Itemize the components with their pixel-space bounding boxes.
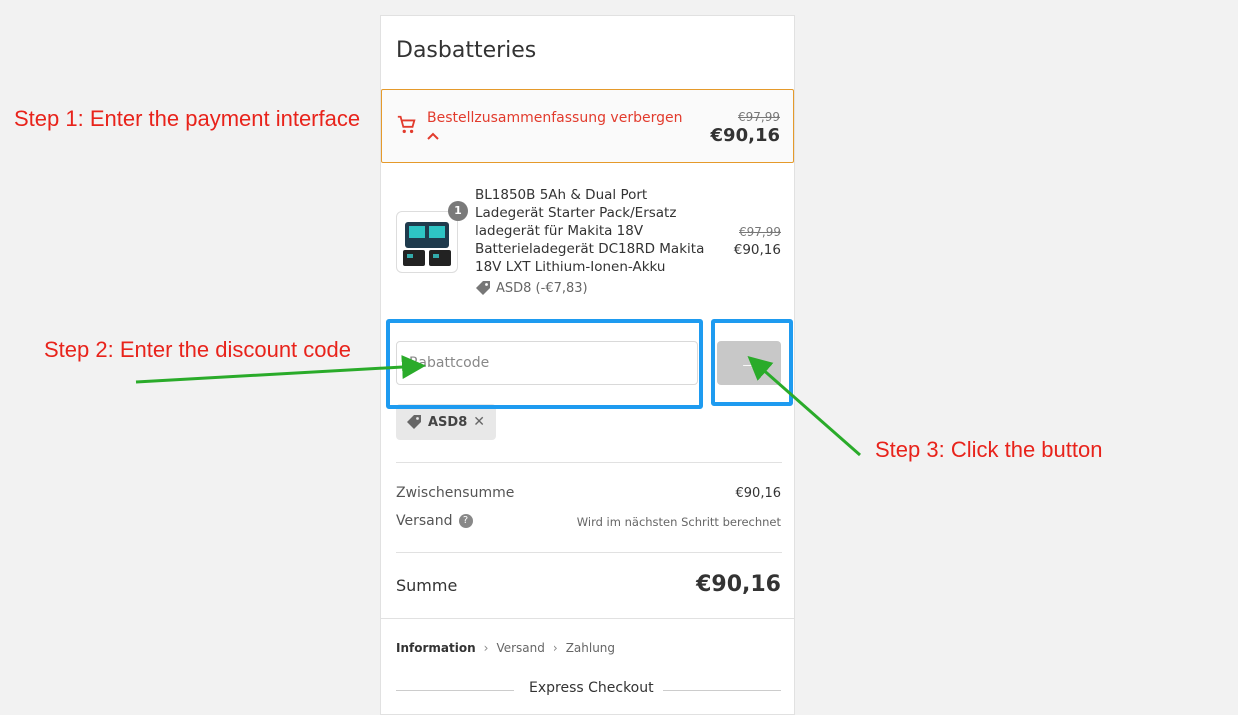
product-discount-label: ASD8 (-€7,83) bbox=[496, 280, 588, 296]
divider bbox=[381, 618, 794, 619]
chevron-right-icon: › bbox=[552, 641, 558, 655]
order-summary-toggle[interactable]: Bestellzusammenfassung verbergen €97,99 … bbox=[381, 89, 794, 163]
breadcrumb-versand[interactable]: Versand bbox=[496, 641, 544, 655]
annotation-step2: Step 2: Enter the discount code bbox=[44, 337, 351, 362]
product-image bbox=[396, 211, 458, 273]
breadcrumb-information[interactable]: Information bbox=[396, 641, 476, 655]
express-divider-right bbox=[663, 690, 781, 691]
shipping-value: Wird im nächsten Schritt berechnet bbox=[576, 515, 781, 529]
quantity-badge: 1 bbox=[448, 201, 468, 221]
product-price: €90,16 bbox=[733, 242, 781, 258]
summary-compare-price: €97,99 bbox=[738, 110, 780, 124]
product-compare-price: €97,99 bbox=[739, 225, 781, 239]
breadcrumb-zahlung[interactable]: Zahlung bbox=[566, 641, 615, 655]
arrow-to-input bbox=[135, 355, 426, 384]
applied-code-chip: ASD8 ✕ bbox=[396, 404, 496, 440]
cart-icon bbox=[397, 115, 416, 134]
breadcrumb: Information › Versand › Zahlung bbox=[396, 641, 615, 655]
total-value: €90,16 bbox=[696, 572, 781, 597]
shipping-label: Versand bbox=[396, 513, 453, 529]
product-discount: ASD8 (-€7,83) bbox=[475, 280, 588, 296]
tag-icon bbox=[407, 415, 421, 429]
subtotal-label: Zwischensumme bbox=[396, 485, 515, 501]
product-name: BL1850B 5Ah & Dual Port Ladegerät Starte… bbox=[475, 187, 705, 275]
annotation-step1: Step 1: Enter the payment interface bbox=[14, 106, 361, 131]
divider bbox=[396, 462, 782, 463]
shipping-row-label: Versand? bbox=[396, 513, 473, 529]
express-checkout-label: Express Checkout bbox=[529, 680, 654, 696]
divider bbox=[396, 552, 782, 553]
shop-title: Dasbatteries bbox=[396, 38, 537, 63]
summary-toggle-label: Bestellzusammenfassung verbergen bbox=[427, 110, 683, 126]
tag-icon bbox=[476, 281, 490, 295]
remove-code-button[interactable]: ✕ bbox=[473, 414, 485, 430]
subtotal-value: €90,16 bbox=[735, 486, 782, 501]
express-divider-left bbox=[396, 690, 514, 691]
help-icon[interactable]: ? bbox=[458, 514, 473, 528]
chevron-right-icon: › bbox=[483, 641, 489, 655]
chevron-up-icon bbox=[427, 132, 439, 140]
highlight-apply-button bbox=[711, 319, 793, 406]
highlight-discount-input bbox=[386, 319, 703, 409]
total-label: Summe bbox=[396, 576, 458, 595]
applied-code-label: ASD8 bbox=[428, 414, 468, 430]
annotation-step3: Step 3: Click the button bbox=[875, 437, 1103, 462]
summary-price: €90,16 bbox=[710, 125, 780, 146]
